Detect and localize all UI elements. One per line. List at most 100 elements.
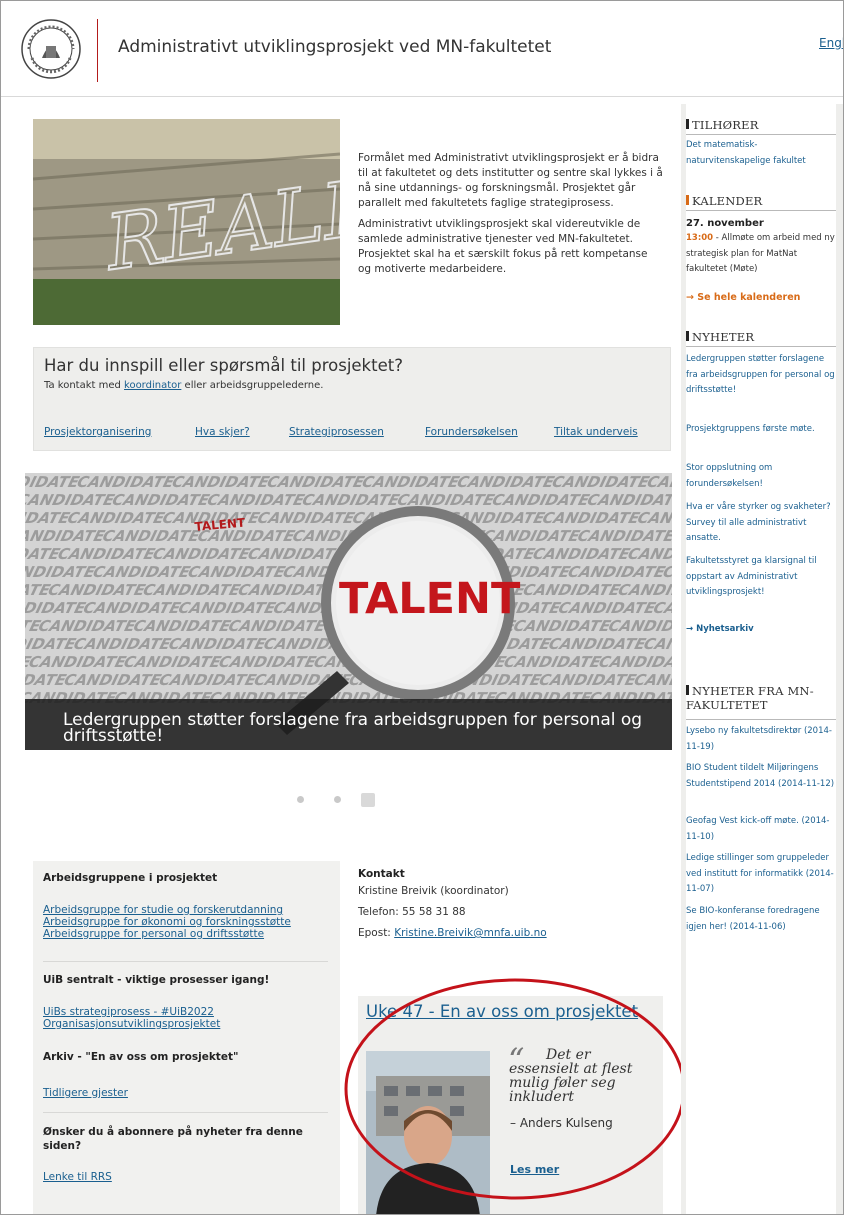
- candidate-texture-word: CANDIDATE: [141, 581, 243, 599]
- link-forundersokelsen[interactable]: Forundersøkelsen: [425, 426, 518, 438]
- candidate-texture-word: CANDIDATE: [512, 617, 614, 635]
- uib-link[interactable]: UiBs strategiprosess - #UiB2022: [43, 1006, 328, 1018]
- mn-news-item[interactable]: Ledige stillinger som gruppeleder ved in…: [686, 851, 836, 898]
- group-link[interactable]: Arbeidsgruppe for økonomi og forskningss…: [43, 916, 328, 928]
- candidate-texture-word: CANDIDATE: [616, 581, 672, 599]
- link-hva-skjer[interactable]: Hva skjer?: [195, 426, 250, 438]
- see-calendar-text: → Se hele kalenderen: [686, 292, 801, 303]
- contact-email-label: Epost:: [358, 927, 395, 939]
- candidate-texture-word: CANDIDATE: [25, 509, 72, 527]
- uib-link[interactable]: Organisasjonsutviklingsprosjektet: [43, 1018, 328, 1030]
- mn-news-item[interactable]: Lysebo ny fakultetsdirektør (2014-11-19): [686, 724, 836, 755]
- candidate-texture-word: CANDIDATE: [395, 491, 497, 509]
- contact-heading: Kontakt: [358, 868, 405, 880]
- divider: [43, 1112, 328, 1113]
- candidate-texture-word: CANDIDATE: [455, 473, 557, 491]
- candidate-texture-word: CANDIDATE: [157, 671, 259, 689]
- candidate-texture-word: CANDIDATE: [25, 563, 98, 581]
- carousel-dot-active[interactable]: [361, 793, 375, 807]
- candidate-texture-word: CANDIDATE: [72, 635, 174, 653]
- subscribe-heading: Ønsker du å abonnere på nyheter fra denn…: [43, 1126, 303, 1152]
- candidate-texture-word: CANDIDATE: [651, 599, 672, 617]
- koordinator-link[interactable]: koordinator: [124, 380, 181, 391]
- mn-news-item[interactable]: Geofag Vest kick-off møte. (2014-11-10): [686, 814, 836, 845]
- intro-paragraph-2: Administrativt utviklingsprosjekt skal v…: [358, 218, 648, 275]
- news-item[interactable]: Stor oppslutning om forundersøkelsen!: [686, 461, 836, 492]
- calendar-date: 27. november: [686, 216, 836, 232]
- rss-link[interactable]: Lenke til RRS: [43, 1171, 328, 1183]
- candidate-texture-word: CANDIDATE: [550, 473, 652, 491]
- question-subtext: Ta kontakt med koordinator eller arbeids…: [44, 380, 323, 391]
- archive-heading: Arkiv - "En av oss om prosjektet": [43, 1051, 239, 1063]
- uib-links: UiBs strategiprosess - #UiB2022 Organisa…: [43, 1006, 328, 1030]
- news-item[interactable]: Ledergruppen støtter forslagene fra arbe…: [686, 352, 836, 399]
- candidate-texture-word: CANDIDATE: [101, 527, 203, 545]
- candidate-texture-word: CANDIDATE: [547, 635, 649, 653]
- annotation-ellipse: [344, 978, 686, 1200]
- news-item[interactable]: Hva er våre styrker og svakheter? Survey…: [686, 500, 836, 547]
- carousel-next-icon[interactable]: ❯: [651, 751, 669, 776]
- candidate-texture-word: CANDIDATE: [481, 527, 583, 545]
- question-box: Har du innspill eller spørsmål til prosj…: [33, 347, 671, 451]
- candidate-texture-word: CANDIDATE: [151, 545, 253, 563]
- carousel-title[interactable]: Ledergruppen støtter forslagene fra arbe…: [63, 712, 643, 745]
- tidligere-gjester-link[interactable]: Tidligere gjester: [43, 1087, 328, 1099]
- candidate-texture-word: CANDIDATE: [537, 671, 639, 689]
- question-sub-after: eller arbeidsgruppelederne.: [181, 380, 324, 391]
- page-frame: Administrativt utviklingsprosjekt ved MN…: [0, 0, 844, 1215]
- header-divider: [97, 19, 98, 82]
- news-archive-text: → Nyhetsarkiv: [686, 624, 754, 634]
- candidate-texture-word: CANDIDATE: [585, 491, 672, 509]
- news-item[interactable]: Fakultetsstyret ga klarsignal til oppsta…: [686, 554, 836, 601]
- candidate-texture-word: CANDIDATE: [62, 671, 164, 689]
- candidate-texture-word: CANDIDATE: [25, 635, 78, 653]
- contact-block: Kontakt Kristine Breivik (koordinator) T…: [358, 867, 663, 944]
- see-calendar-link[interactable]: → Se hele kalenderen: [686, 290, 836, 306]
- candidate-texture-word: CANDIDATE: [576, 527, 672, 545]
- intro-text: Formålet med Administrativt utviklingspr…: [358, 151, 663, 283]
- news-carousel[interactable]: CANDIDATE CANDIDATE CANDIDATE CANDIDATE CAND…: [25, 473, 672, 750]
- candidate-texture-word: CANDIDATE: [597, 653, 672, 671]
- mn-news-item[interactable]: Se BIO-konferanse foredragene igjen her!…: [686, 904, 836, 935]
- carousel-dot[interactable]: [334, 796, 341, 803]
- calendar-time: 13:00: [686, 233, 714, 243]
- groups-list: Arbeidsgruppe for studie og forskerutdan…: [43, 904, 328, 940]
- link-strategiprosessen[interactable]: Strategiprosessen: [289, 426, 384, 438]
- candidate-texture-word: CANDIDATE: [91, 563, 193, 581]
- intro-paragraph-1: Formålet med Administrativt utviklingspr…: [358, 152, 663, 209]
- group-link[interactable]: Arbeidsgruppe for personal og driftsstøt…: [43, 928, 328, 940]
- link-tiltak-underveis[interactable]: Tiltak underveis: [554, 426, 638, 438]
- candidate-texture-word: CANDIDATE: [566, 563, 668, 581]
- news-archive-link[interactable]: → Nyhetsarkiv: [686, 622, 836, 638]
- candidate-texture-word: CANDIDATE: [176, 599, 278, 617]
- divider: [686, 134, 836, 135]
- carousel-text: Styringsgruppen for strategiprosessen (f…: [63, 753, 618, 764]
- candidate-texture-word: CANDIDATE: [265, 473, 367, 491]
- calendar-event[interactable]: 13:00 - Allmøte om arbeid med ny strateg…: [686, 231, 836, 278]
- faculty-link[interactable]: Det matematisk-naturvitenskapelige fakul…: [686, 138, 836, 169]
- candidate-texture-word: CANDIDATE: [300, 491, 402, 509]
- mn-news-item[interactable]: BIO Student tildelt Miljøringens Student…: [686, 761, 836, 792]
- news-item[interactable]: Prosjektgruppens første møte.: [686, 422, 836, 438]
- groups-heading: Arbeidsgruppene i prosjektet: [43, 872, 218, 884]
- contact-email-link[interactable]: Kristine.Breivik@mnfa.uib.no: [394, 927, 546, 939]
- university-seal-icon[interactable]: [20, 18, 82, 80]
- candidate-texture-word: CANDIDATE: [360, 473, 462, 491]
- candidate-texture-word: CANDIDATE: [186, 563, 288, 581]
- candidate-texture-word: CANDIDATE: [25, 473, 82, 491]
- subscribe-links: Lenke til RRS: [43, 1171, 328, 1183]
- carousel-prev-icon[interactable]: ❮: [31, 751, 49, 776]
- group-link[interactable]: Arbeidsgruppe for studie og forskerutdan…: [43, 904, 328, 916]
- candidate-texture-word: CANDIDATE: [531, 545, 633, 563]
- english-link[interactable]: English: [819, 36, 843, 50]
- carousel-dot[interactable]: [297, 796, 304, 803]
- link-prosjektorganisering[interactable]: Prosjektorganisering: [44, 426, 151, 438]
- question-sub-before: Ta kontakt med: [44, 380, 125, 391]
- candidate-texture-word: CANDIDATE: [56, 545, 158, 563]
- candidate-texture-word: CANDIDATE: [642, 635, 672, 653]
- right-sidebar: TILHØRER Det matematisk-naturvitenskapel…: [681, 104, 843, 1214]
- candidate-texture-word: CANDIDATE: [167, 635, 269, 653]
- candidate-texture-word: CANDIDATE: [205, 491, 307, 509]
- divider: [43, 961, 328, 962]
- archive-links: Tidligere gjester: [43, 1087, 328, 1099]
